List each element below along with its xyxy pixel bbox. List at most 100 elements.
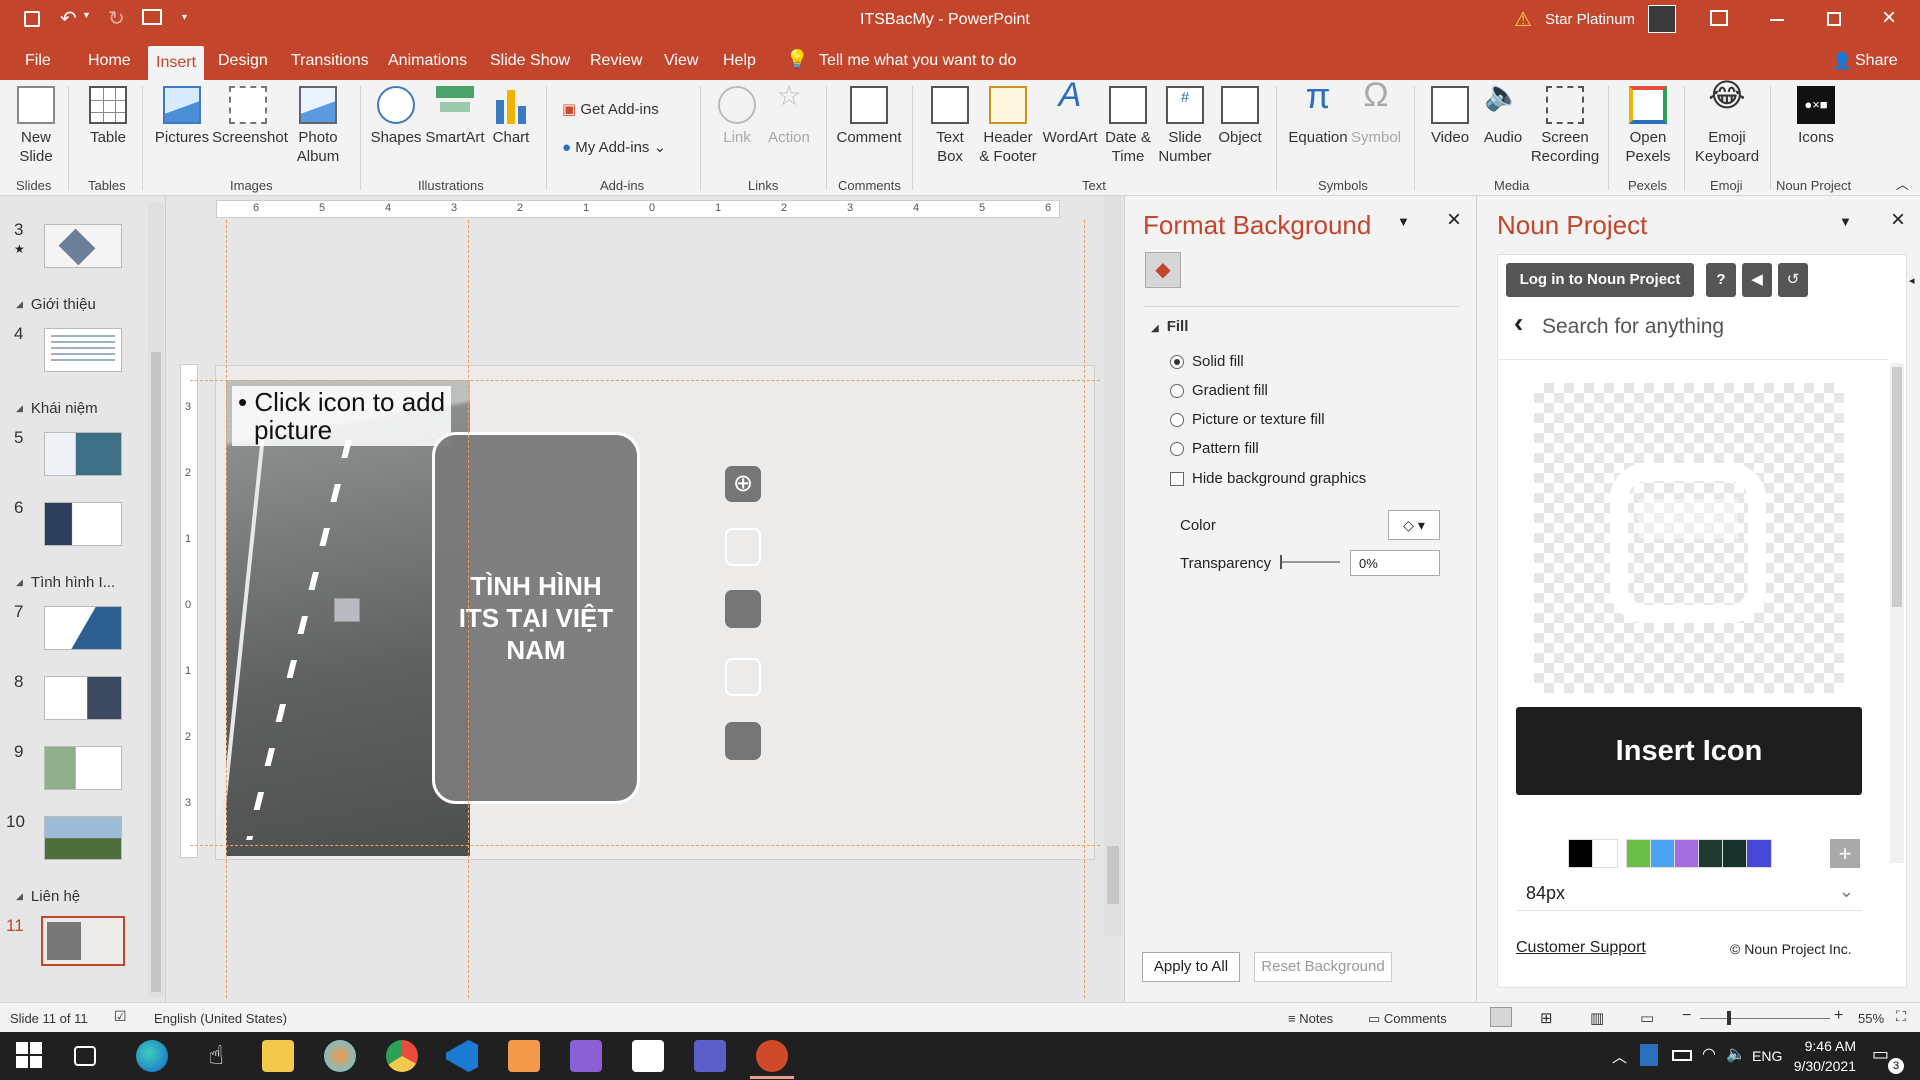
slide-thumbnail-3[interactable] — [44, 224, 122, 268]
placeholder-box[interactable] — [725, 658, 761, 696]
color-swatch[interactable] — [1722, 839, 1748, 868]
audio-button[interactable]: 🔈 Audio — [1478, 81, 1528, 147]
ribbon-display-icon[interactable] — [1710, 10, 1728, 26]
present-icon[interactable] — [142, 9, 162, 25]
reset-background-button[interactable]: Reset Background — [1254, 952, 1392, 982]
color-picker-button[interactable]: ◇ ▾ — [1388, 510, 1440, 540]
header-footer-button[interactable]: Header & Footer — [976, 86, 1040, 166]
chrome-icon[interactable] — [386, 1040, 418, 1072]
tab-home[interactable]: Home — [88, 40, 131, 80]
get-addins-button[interactable]: ▣ Get Add-ins — [562, 100, 659, 118]
section-gioi-thieu[interactable]: Giới thiệu — [16, 296, 96, 313]
tray-app-icon[interactable] — [1640, 1044, 1658, 1066]
slide-thumbnail-8[interactable] — [44, 676, 122, 720]
app-icon[interactable] — [632, 1040, 664, 1072]
help-icon[interactable]: ? — [1706, 263, 1736, 297]
close-icon[interactable]: × — [1882, 4, 1896, 32]
transparency-input[interactable]: 0% — [1350, 550, 1440, 576]
undo-dropdown-icon[interactable]: ▼ — [82, 10, 91, 20]
edge-icon[interactable] — [136, 1040, 168, 1072]
hand-cursor-icon[interactable]: ☝ — [200, 1040, 232, 1072]
save-icon[interactable] — [24, 11, 40, 27]
spell-check-icon[interactable]: ☑ — [114, 1008, 127, 1025]
slide-thumbnail-11[interactable] — [41, 916, 125, 966]
history-icon[interactable]: ↺ — [1778, 263, 1808, 297]
language-indicator[interactable]: English (United States) — [154, 1011, 287, 1026]
transparency-slider[interactable] — [1280, 555, 1340, 569]
gradient-fill-option[interactable]: Gradient fill — [1170, 382, 1268, 399]
pattern-fill-option[interactable]: Pattern fill — [1170, 440, 1259, 457]
sublime-icon[interactable] — [508, 1040, 540, 1072]
search-input[interactable]: Search for anything — [1542, 315, 1724, 339]
close-pane-icon[interactable]: × — [1891, 206, 1905, 234]
slide-thumbnail-9[interactable] — [44, 746, 122, 790]
slide-thumbnail-10[interactable] — [44, 816, 122, 860]
text-box-button[interactable]: Text Box — [926, 86, 974, 166]
photo-album-button[interactable]: Photo Album — [290, 86, 346, 166]
fit-to-window-icon[interactable]: ⛶ — [1896, 1008, 1906, 1025]
file-explorer-icon[interactable] — [262, 1040, 294, 1072]
date-time-button[interactable]: Date & Time — [1102, 86, 1154, 166]
new-slide-button[interactable]: New Slide — [10, 86, 62, 166]
slide-show-icon[interactable]: ▭ — [1640, 1009, 1654, 1027]
color-swatch[interactable] — [1568, 839, 1594, 868]
zoom-out-icon[interactable]: − — [1682, 1007, 1691, 1025]
avatar[interactable] — [1648, 5, 1676, 33]
tab-insert[interactable]: Insert — [148, 46, 205, 80]
screenshot-button[interactable]: Screenshot — [212, 86, 288, 147]
teams-icon[interactable] — [694, 1040, 726, 1072]
object-button[interactable]: Object — [1214, 86, 1266, 147]
comments-button[interactable]: ▭ Comments — [1368, 1011, 1447, 1027]
add-color-button[interactable]: + — [1830, 839, 1860, 868]
login-button[interactable]: Log in to Noun Project — [1506, 263, 1694, 297]
color-swatch[interactable] — [1746, 839, 1772, 868]
chart-button[interactable]: Chart — [490, 86, 532, 147]
picture-placeholder-text[interactable]: • Click icon to add picture — [232, 386, 452, 446]
color-swatch[interactable] — [1626, 839, 1652, 868]
tab-slide-show[interactable]: Slide Show — [490, 40, 570, 80]
zoom-slider[interactable] — [1700, 1011, 1830, 1025]
maximize-icon[interactable] — [1827, 12, 1841, 26]
my-addins-button[interactable]: ● My Add-ins ⌄ — [562, 138, 666, 156]
wordart-button[interactable]: A WordArt — [1040, 78, 1100, 147]
slide-canvas[interactable]: • Click icon to add picture TÌNH HÌNH IT… — [215, 365, 1095, 860]
emoji-keyboard-button[interactable]: 😂 Emoji Keyboard — [1692, 79, 1762, 166]
share-button[interactable]: Share — [1855, 40, 1898, 80]
chevron-left-icon[interactable]: ‹ — [1514, 307, 1523, 339]
screen-recording-button[interactable]: Screen Recording — [1530, 86, 1600, 166]
tab-view[interactable]: View — [664, 40, 698, 80]
paint-icon[interactable] — [324, 1040, 356, 1072]
pictures-button[interactable]: Pictures — [154, 86, 210, 147]
color-swatch[interactable] — [1592, 839, 1618, 868]
shapes-button[interactable]: Shapes — [368, 86, 424, 147]
color-swatch[interactable] — [1650, 839, 1676, 868]
pane-options-icon[interactable]: ▼ — [1839, 214, 1852, 229]
volume-icon[interactable]: 🔈 — [1726, 1044, 1746, 1064]
action-button[interactable]: ☆ Action — [764, 82, 814, 147]
customize-qat-icon[interactable]: ▾ — [182, 12, 187, 23]
globe-icon[interactable]: ⊕ — [725, 466, 761, 502]
windows-start-icon[interactable] — [14, 1040, 46, 1072]
slide-thumbnail-4[interactable] — [44, 328, 122, 372]
battery-icon[interactable] — [1672, 1050, 1692, 1061]
clock-date[interactable]: 9/30/2021 — [1770, 1058, 1856, 1074]
color-swatch[interactable] — [1698, 839, 1724, 868]
customer-support-link[interactable]: Customer Support — [1516, 939, 1646, 957]
solid-fill-option[interactable]: Solid fill — [1170, 353, 1244, 370]
reading-view-icon[interactable]: ▥ — [1590, 1009, 1604, 1027]
undo-icon[interactable]: ↶ — [60, 6, 77, 31]
task-view-icon[interactable] — [74, 1046, 96, 1066]
tab-design[interactable]: Design — [218, 40, 268, 80]
announcement-icon[interactable]: ◀ — [1742, 263, 1772, 297]
pane-options-icon[interactable]: ▼ — [1397, 214, 1410, 229]
zoom-in-icon[interactable]: + — [1834, 1007, 1843, 1025]
title-card[interactable]: TÌNH HÌNH ITS TẠI VIỆT NAM — [432, 432, 640, 804]
tab-review[interactable]: Review — [590, 40, 642, 80]
thumbnails-scrollbar[interactable] — [148, 202, 164, 998]
slide-sorter-icon[interactable]: ⊞ — [1540, 1009, 1553, 1027]
table-button[interactable]: Table — [82, 86, 134, 147]
color-swatch[interactable] — [1674, 839, 1700, 868]
fill-section-header[interactable]: ◢ Fill — [1151, 318, 1188, 335]
slide-number-button[interactable]: # Slide Number — [1158, 86, 1212, 166]
chevron-up-icon[interactable]: ︿ — [1612, 1046, 1627, 1067]
